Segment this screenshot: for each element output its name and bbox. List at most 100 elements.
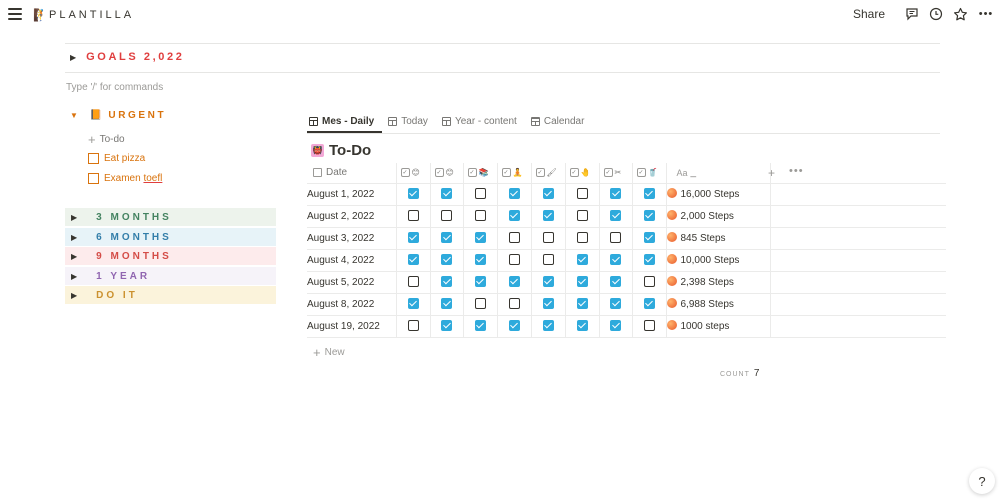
toggle-right-arrow-icon[interactable]: ▶ [71, 272, 77, 281]
steps-cell[interactable]: 6,988 Steps [666, 293, 771, 316]
toggle-block[interactable]: ▶ 3 MONTHS [65, 208, 276, 226]
new-row-button[interactable]: + New [313, 345, 345, 360]
column-header-checkbox[interactable]: ✓ 😊 [430, 163, 464, 184]
checked-checkbox[interactable] [610, 188, 621, 200]
column-header-checkbox[interactable]: ✓ 🥤 [632, 163, 667, 184]
unchecked-checkbox[interactable] [542, 232, 554, 244]
todo-checkbox[interactable] [88, 153, 99, 164]
column-header-checkbox[interactable]: ✓ 🖌 [531, 163, 566, 184]
help-button[interactable]: ? [969, 468, 995, 494]
table-row[interactable]: August 3, 2022 845 Steps [307, 227, 946, 250]
toggle-right-arrow-icon[interactable]: ▶ [71, 252, 77, 261]
date-cell[interactable]: August 1, 2022 [307, 183, 397, 206]
checked-checkbox[interactable] [542, 320, 554, 332]
checked-checkbox[interactable] [508, 320, 520, 332]
command-placeholder[interactable]: Type '/' for commands [66, 82, 163, 93]
unchecked-checkbox[interactable] [407, 276, 419, 288]
checked-checkbox[interactable] [643, 232, 655, 244]
todo-checkbox[interactable] [88, 173, 99, 184]
table-row[interactable]: August 8, 2022 6,988 Steps [307, 293, 946, 316]
unchecked-checkbox[interactable] [643, 320, 655, 332]
history-clock-icon[interactable] [927, 5, 945, 23]
checked-checkbox[interactable] [407, 232, 419, 244]
column-header-checkbox[interactable]: ✓ 🧘 [497, 163, 532, 184]
tab-today[interactable]: Today [386, 111, 430, 131]
checked-checkbox[interactable] [576, 320, 588, 332]
checked-checkbox[interactable] [407, 254, 419, 266]
date-cell[interactable]: August 3, 2022 [307, 227, 397, 250]
column-header-checkbox[interactable]: ✓ 😊 [396, 163, 431, 184]
checked-checkbox[interactable] [576, 298, 588, 310]
unchecked-checkbox[interactable] [474, 298, 486, 310]
steps-cell[interactable]: 1000 steps [666, 315, 771, 338]
checked-checkbox[interactable] [542, 298, 554, 310]
more-options-icon[interactable]: ••• [975, 5, 997, 23]
table-row[interactable]: August 1, 2022 16,000 Steps [307, 183, 946, 206]
checked-checkbox[interactable] [643, 254, 655, 266]
toggle-block[interactable]: ▶ 6 MONTHS [65, 228, 276, 246]
tab-year-content[interactable]: Year - content [440, 111, 519, 131]
goals-toggle[interactable]: ▶ GOALS 2,022 [70, 51, 184, 63]
unchecked-checkbox[interactable] [576, 210, 588, 222]
add-todo-button[interactable]: + To-do [88, 132, 125, 147]
checked-checkbox[interactable] [441, 320, 452, 332]
unchecked-checkbox[interactable] [508, 254, 520, 266]
checked-checkbox[interactable] [474, 232, 486, 244]
unchecked-checkbox[interactable] [508, 298, 520, 310]
date-cell[interactable]: August 8, 2022 [307, 293, 397, 316]
column-header-checkbox[interactable]: ✓ 📚 [463, 163, 498, 184]
checked-checkbox[interactable] [643, 210, 655, 222]
share-button[interactable]: Share [853, 7, 885, 21]
unchecked-checkbox[interactable] [474, 210, 486, 222]
toggle-down-arrow-icon[interactable]: ▼ [70, 111, 78, 120]
table-row[interactable]: August 4, 2022 10,000 Steps [307, 249, 946, 272]
column-header-checkbox[interactable]: ✓ ✂ [599, 163, 633, 184]
page-breadcrumb-title[interactable]: PLANTILLA [49, 9, 134, 21]
unchecked-checkbox[interactable] [474, 188, 486, 200]
tab-mes-daily[interactable]: Mes - Daily [307, 111, 376, 131]
checked-checkbox[interactable] [643, 298, 655, 310]
checked-checkbox[interactable] [610, 254, 621, 266]
checked-checkbox[interactable] [508, 276, 520, 288]
table-row[interactable]: August 19, 2022 1000 steps [307, 315, 946, 338]
checked-checkbox[interactable] [474, 254, 486, 266]
table-row[interactable]: August 2, 2022 2,000 Steps [307, 205, 946, 228]
ogre-emoji-icon[interactable]: 👹 [311, 144, 324, 157]
toggle-block[interactable]: ▶ 9 MONTHS [65, 247, 276, 265]
checked-checkbox[interactable] [474, 276, 486, 288]
toggle-block[interactable]: ▶ 1 YEAR [65, 267, 276, 285]
toggle-right-arrow-icon[interactable]: ▶ [71, 291, 77, 300]
steps-cell[interactable]: 10,000 Steps [666, 249, 771, 272]
checked-checkbox[interactable] [542, 210, 554, 222]
steps-cell[interactable]: 2,000 Steps [666, 205, 771, 228]
unchecked-checkbox[interactable] [576, 232, 588, 244]
steps-cell[interactable]: 845 Steps [666, 227, 771, 250]
table-row[interactable]: August 5, 2022 2,398 Steps [307, 271, 946, 294]
checked-checkbox[interactable] [441, 298, 452, 310]
checked-checkbox[interactable] [542, 188, 554, 200]
steps-cell[interactable]: 16,000 Steps [666, 183, 771, 206]
checked-checkbox[interactable] [407, 188, 419, 200]
comments-icon[interactable] [903, 5, 921, 23]
toggle-right-arrow-icon[interactable]: ▶ [71, 233, 77, 242]
unchecked-checkbox[interactable] [576, 188, 588, 200]
unchecked-checkbox[interactable] [643, 276, 655, 288]
checked-checkbox[interactable] [542, 276, 554, 288]
checked-checkbox[interactable] [441, 232, 452, 244]
checked-checkbox[interactable] [441, 276, 452, 288]
tab-calendar[interactable]: Calendar [529, 111, 587, 131]
hamburger-menu-icon[interactable] [8, 8, 22, 20]
unchecked-checkbox[interactable] [407, 210, 419, 222]
date-cell[interactable]: August 2, 2022 [307, 205, 397, 228]
toggle-block[interactable]: ▶ DO IT [65, 286, 276, 304]
unchecked-checkbox[interactable] [407, 320, 419, 332]
toggle-right-arrow-icon[interactable]: ▶ [70, 53, 76, 62]
steps-cell[interactable]: 2,398 Steps [666, 271, 771, 294]
checked-checkbox[interactable] [407, 298, 419, 310]
date-cell[interactable]: August 5, 2022 [307, 271, 397, 294]
checked-checkbox[interactable] [610, 210, 621, 222]
checked-checkbox[interactable] [610, 276, 621, 288]
checked-checkbox[interactable] [610, 320, 621, 332]
todo-text[interactable]: Examen toefl [104, 173, 162, 184]
urgent-toggle[interactable]: ▼ 📙 URGENT [70, 110, 166, 121]
